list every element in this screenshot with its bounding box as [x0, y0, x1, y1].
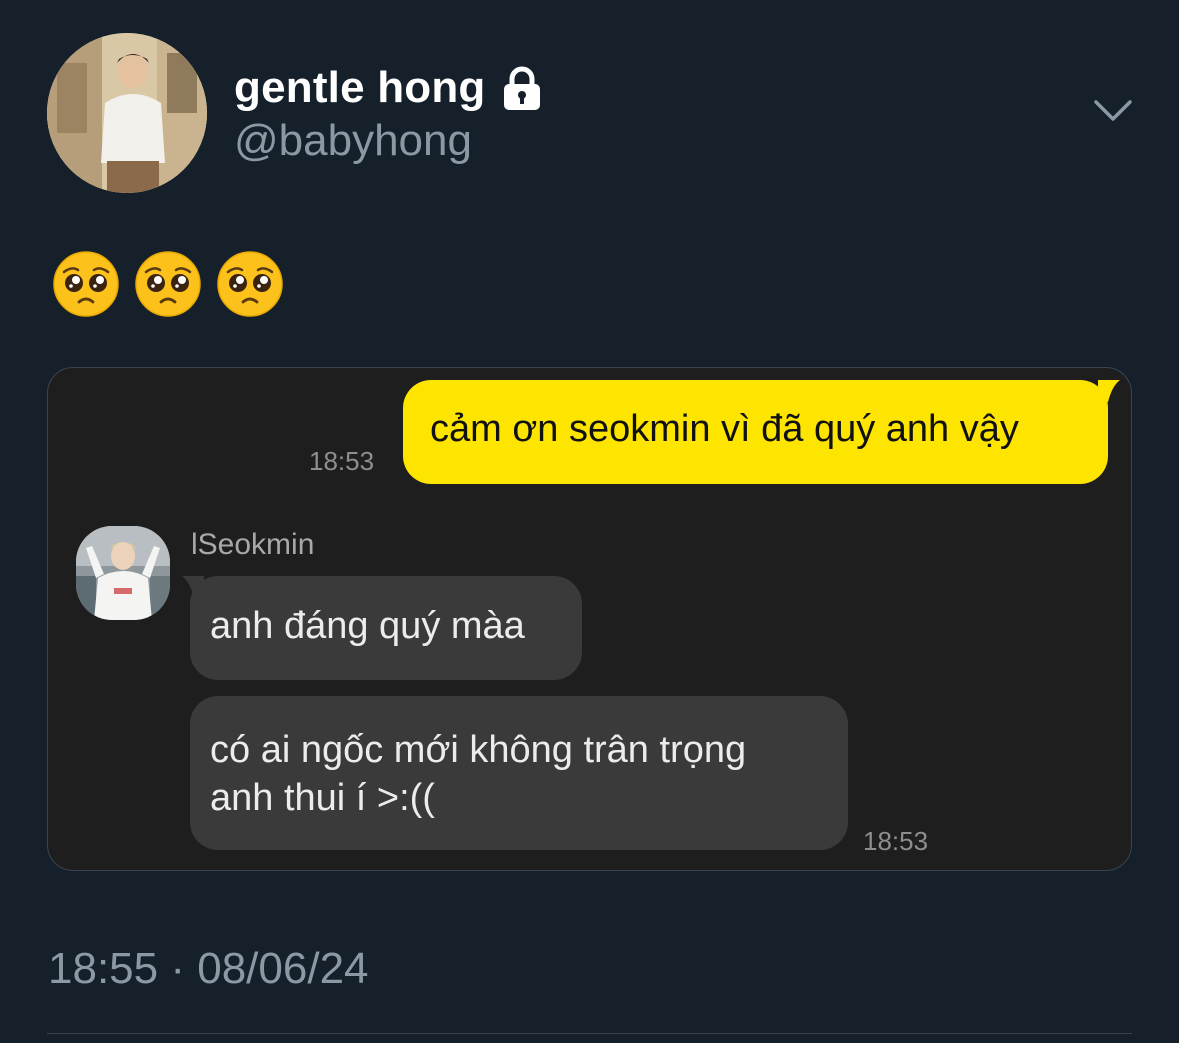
pleading-face-icon: [135, 251, 201, 317]
author-name-row: gentle hong: [234, 58, 544, 118]
author-display-name[interactable]: gentle hong: [234, 63, 486, 113]
chevron-down-icon[interactable]: [1092, 96, 1134, 126]
message-line: có ai ngốc mới không trân trọng: [210, 729, 747, 771]
author-handle[interactable]: @babyhong: [234, 116, 472, 166]
lock-icon: [500, 65, 544, 111]
pleading-face-icon: [217, 251, 283, 317]
incoming-message-time: 18:53: [863, 826, 929, 856]
tweet-date: 08/06/24: [197, 944, 369, 993]
author-photo: [47, 33, 207, 193]
author-avatar[interactable]: [47, 33, 207, 193]
tweet-text: [52, 250, 284, 318]
tweet-time: 18:55: [48, 944, 159, 993]
message-line: anh thui í >:((: [210, 777, 435, 819]
meta-separator: ·: [170, 944, 185, 993]
outgoing-message-time: 18:53: [309, 446, 375, 476]
attached-image[interactable]: cảm ơn seokmin vì đã quý anh vậy 18:53 l…: [47, 367, 1132, 871]
pleading-face-icon: [53, 251, 119, 317]
incoming-message-bubble: có ai ngốc mới không trân trọng anh thui…: [190, 696, 848, 850]
outgoing-message-bubble: cảm ơn seokmin vì đã quý anh vậy: [403, 380, 1108, 484]
sender-name: lSeokmin: [191, 528, 315, 561]
divider: [47, 1033, 1132, 1034]
sender-avatar: [76, 526, 170, 620]
sender-photo: [76, 526, 170, 620]
tweet-detail: gentle hong @babyhong cảm ơn seokmin vì …: [0, 0, 1179, 1043]
tweet-timestamp[interactable]: 18:55 · 08/06/24: [48, 944, 369, 994]
incoming-message-bubble: anh đáng quý màa: [190, 576, 582, 680]
